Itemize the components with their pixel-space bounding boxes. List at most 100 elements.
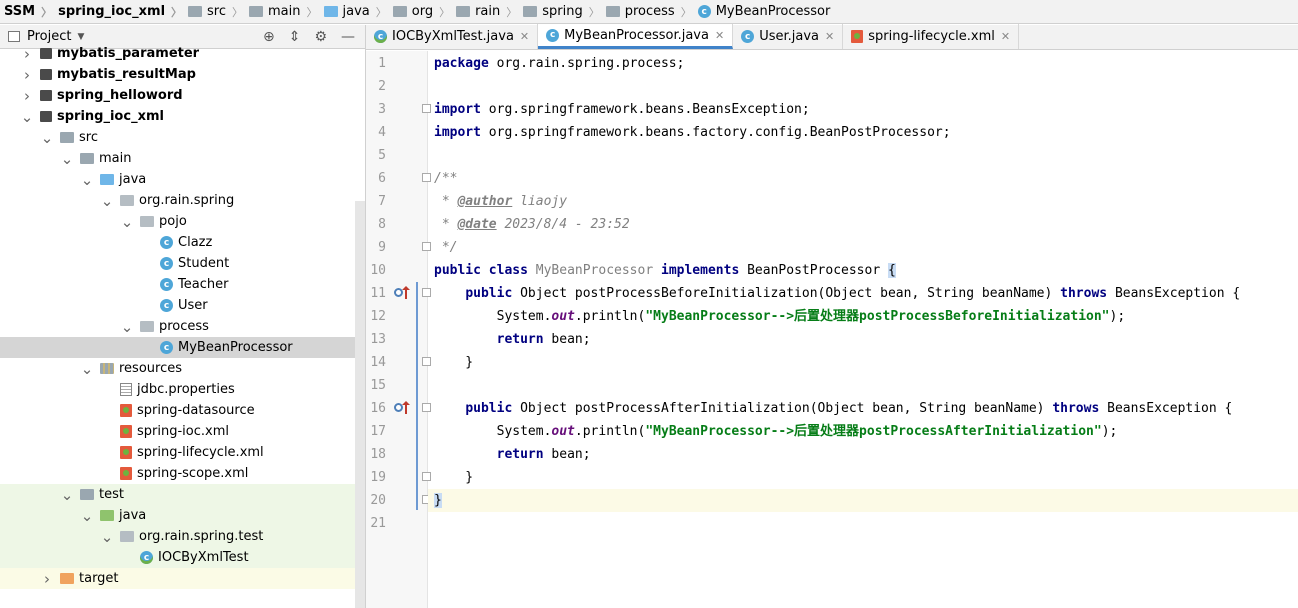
chevron-right-icon: 〉 xyxy=(375,5,387,19)
chevron-down-icon[interactable]: ⌄ xyxy=(120,213,134,231)
tree-item[interactable]: ▷cStudent xyxy=(0,253,365,274)
tree-item[interactable]: ⌄ resources xyxy=(0,358,365,379)
code-line: System.out.println("MyBeanProcessor-->后置… xyxy=(434,305,1298,328)
editor-tab[interactable]: spring-lifecycle.xml ✕ xyxy=(843,24,1020,49)
tree-item[interactable]: ⌄ java xyxy=(0,169,365,190)
chevron-down-icon[interactable]: ⌄ xyxy=(40,129,54,147)
chevron-down-icon[interactable]: ⌄ xyxy=(80,360,94,378)
tree-item[interactable]: ▷spring-ioc.xml xyxy=(0,421,365,442)
editor-tab-label: User.java xyxy=(759,29,819,44)
chevron-down-icon[interactable]: ⌄ xyxy=(60,150,74,168)
tree-item[interactable]: ▷cUser xyxy=(0,295,365,316)
code-token: package xyxy=(434,56,489,71)
project-scrollbar[interactable] xyxy=(355,201,365,608)
class-icon: c xyxy=(160,341,173,354)
chevron-down-icon[interactable]: ⌄ xyxy=(60,486,74,504)
tree-item[interactable]: ⌄ org.rain.spring.test xyxy=(0,526,365,547)
chevron-right-icon[interactable]: › xyxy=(20,45,34,63)
tree-item[interactable]: ⌄ org.rain.spring xyxy=(0,190,365,211)
breadcrumb-item[interactable]: org 〉 xyxy=(392,0,456,23)
fold-marker[interactable] xyxy=(422,288,431,297)
tree-item[interactable]: ▷cClazz xyxy=(0,232,365,253)
close-icon[interactable]: ✕ xyxy=(715,29,724,42)
tree-item[interactable]: ▷spring-lifecycle.xml xyxy=(0,442,365,463)
fold-marker[interactable] xyxy=(422,472,431,481)
tree-item[interactable]: ▷cTeacher xyxy=(0,274,365,295)
close-icon[interactable]: ✕ xyxy=(520,30,529,43)
override-arrow-icon[interactable] xyxy=(402,286,410,299)
project-panel-title[interactable]: Project xyxy=(27,29,71,44)
close-icon[interactable]: ✕ xyxy=(825,30,834,43)
close-icon[interactable]: ✕ xyxy=(1001,30,1010,43)
fold-marker[interactable] xyxy=(422,104,431,113)
editor-tabs: c IOCByXmlTest.java ✕ c MyBeanProcessor.java… xyxy=(366,24,1298,50)
tree-item[interactable]: ⌄ java xyxy=(0,505,365,526)
module-icon xyxy=(40,111,52,122)
tree-item-label: org.rain.spring.test xyxy=(139,529,264,544)
chevron-down-icon[interactable]: ⌄ xyxy=(80,171,94,189)
chevron-right-icon[interactable]: › xyxy=(20,87,34,105)
tree-item[interactable]: ▷cIOCByXmlTest xyxy=(0,547,365,568)
breadcrumb-label: spring_ioc_xml xyxy=(58,4,166,19)
breadcrumb-label: process xyxy=(624,4,675,19)
breadcrumb-item[interactable]: process 〉 xyxy=(605,0,698,23)
chevron-down-icon[interactable]: ▼ xyxy=(77,32,84,42)
tree-item[interactable]: › target xyxy=(0,568,365,589)
tree-item[interactable]: › spring_helloword xyxy=(0,85,365,106)
tree-item[interactable]: ▷cMyBeanProcessor xyxy=(0,337,365,358)
chevron-down-icon[interactable]: ⌄ xyxy=(100,192,114,210)
chevron-down-icon[interactable]: ⌄ xyxy=(100,528,114,546)
tree-item[interactable]: ⌄ process xyxy=(0,316,365,337)
fold-marker[interactable] xyxy=(422,173,431,182)
breadcrumb-item[interactable]: src 〉 xyxy=(188,0,249,23)
editor-tab-label: IOCByXmlTest.java xyxy=(392,29,514,44)
chevron-right-icon: 〉 xyxy=(232,5,244,19)
tree-item[interactable]: ▷spring-scope.xml xyxy=(0,463,365,484)
tree-item-label: mybatis_resultMap xyxy=(57,67,196,82)
editor-tab[interactable]: c IOCByXmlTest.java ✕ xyxy=(366,24,539,49)
tree-item[interactable]: › mybatis_parameter xyxy=(0,43,365,64)
fold-marker[interactable] xyxy=(422,357,431,366)
tree-item-label: spring-scope.xml xyxy=(137,466,249,481)
tree-item[interactable]: ⌄ pojo xyxy=(0,211,365,232)
breadcrumb-item[interactable]: rain 〉 xyxy=(456,0,523,23)
code-token: import xyxy=(434,125,481,140)
code-line: } xyxy=(434,466,1298,489)
breadcrumb-item[interactable]: main 〉 xyxy=(249,0,323,23)
override-arrow-icon[interactable] xyxy=(402,401,410,414)
tree-item[interactable]: ⌄ test xyxy=(0,484,365,505)
tree-item-label: spring_ioc_xml xyxy=(57,109,164,124)
editor-tab[interactable]: c MyBeanProcessor.java ✕ xyxy=(538,24,734,49)
code-token: "MyBeanProcessor-->后置处理器postProcessAfter… xyxy=(645,424,1102,439)
code-token: throws xyxy=(1060,286,1108,301)
breadcrumb-item[interactable]: spring_ioc_xml 〉 xyxy=(58,0,188,23)
breadcrumb-item[interactable]: c MyBeanProcessor xyxy=(697,0,830,23)
code-editor[interactable]: package org.rain.spring.process; import … xyxy=(428,52,1298,535)
tree-item[interactable]: ▷spring-datasource xyxy=(0,400,365,421)
tree-item[interactable]: › mybatis_resultMap xyxy=(0,64,365,85)
code-token: bean; xyxy=(543,447,591,462)
line-number: 19 xyxy=(370,470,386,485)
line-number: 2 xyxy=(378,79,386,94)
chevron-down-icon[interactable]: ⌄ xyxy=(20,108,34,126)
breadcrumb-item[interactable]: spring 〉 xyxy=(523,0,605,23)
chevron-right-icon: 〉 xyxy=(306,5,318,19)
tree-item[interactable]: ▷jdbc.properties xyxy=(0,379,365,400)
class-icon: c xyxy=(160,236,173,249)
breadcrumb-item[interactable]: java 〉 xyxy=(323,0,393,23)
tree-item[interactable]: ⌄ spring_ioc_xml xyxy=(0,106,365,127)
editor-tab[interactable]: c User.java ✕ xyxy=(733,24,844,49)
chevron-right-icon[interactable]: › xyxy=(20,66,34,84)
tree-item[interactable]: ⌄ main xyxy=(0,148,365,169)
chevron-down-icon[interactable]: ⌄ xyxy=(120,318,134,336)
chevron-down-icon[interactable]: ⌄ xyxy=(80,507,94,525)
code-token: throws xyxy=(1052,401,1100,416)
chevron-right-icon[interactable]: › xyxy=(40,570,54,588)
tree-item[interactable]: ⌄ src xyxy=(0,127,365,148)
fold-marker[interactable] xyxy=(422,403,431,412)
breadcrumb-item[interactable]: SSM 〉 xyxy=(4,0,58,23)
code-token: } xyxy=(434,355,474,370)
fold-marker[interactable] xyxy=(422,242,431,251)
line-number: 8 xyxy=(378,217,386,232)
